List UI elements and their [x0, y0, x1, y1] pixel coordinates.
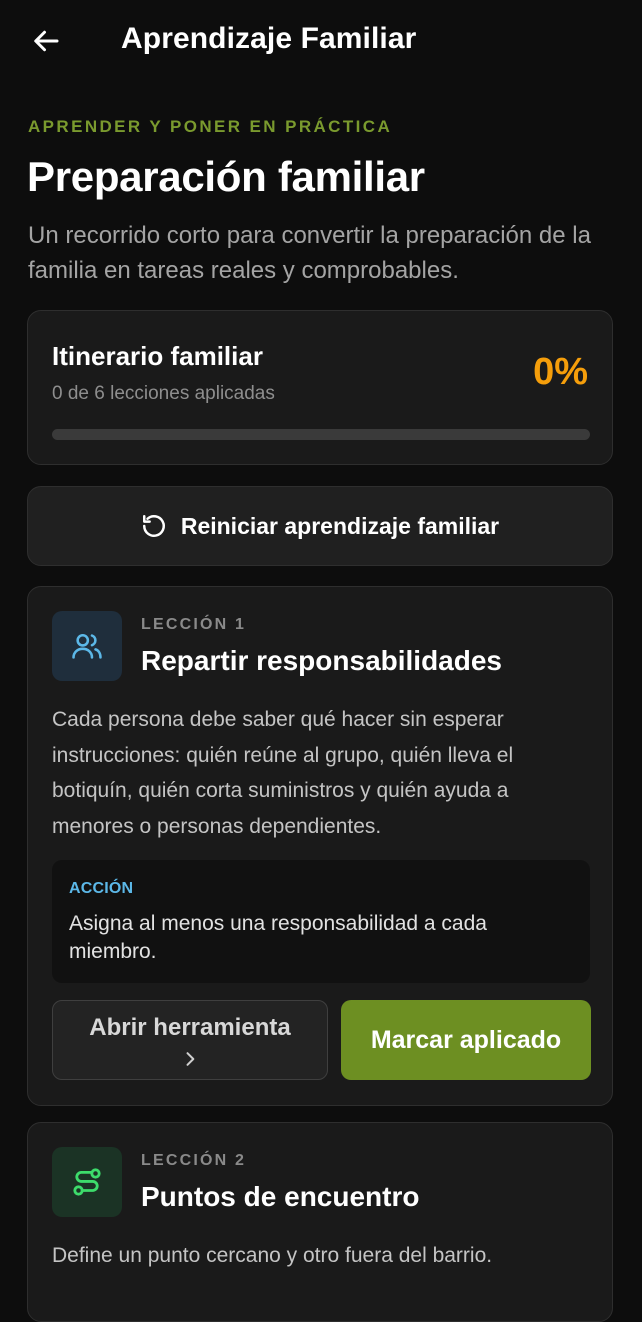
progress-percent: 0%	[533, 351, 588, 393]
app-title: Aprendizaje Familiar	[121, 22, 417, 55]
lesson-number: LECCIÓN 2	[141, 1152, 247, 1169]
page-description: Un recorrido corto para convertir la pre…	[28, 222, 591, 284]
app-header: Aprendizaje Familiar	[0, 0, 642, 82]
action-box: ACCIÓN Asigna al menos una responsabilid…	[52, 860, 590, 983]
lesson-card: LECCIÓN 2 Puntos de encuentro Define un …	[27, 1122, 613, 1322]
open-tool-label: Abrir herramienta	[89, 1014, 291, 1041]
reset-learning-button[interactable]: Reiniciar aprendizaje familiar	[27, 486, 613, 566]
action-text: Asigna al menos una responsabilidad a ca…	[69, 912, 487, 963]
section-eyebrow: APRENDER Y PONER EN PRÁCTICA	[28, 117, 393, 136]
progress-title: Itinerario familiar	[52, 341, 263, 371]
lesson-number: LECCIÓN 1	[141, 616, 247, 633]
lesson-description: Cada persona debe saber qué hacer sin es…	[52, 708, 514, 838]
rotate-ccw-icon	[142, 515, 165, 537]
lesson-card: LECCIÓN 1 Repartir responsabilidades Cad…	[27, 586, 613, 1106]
back-button[interactable]	[26, 20, 68, 62]
progress-card: Itinerario familiar 0 de 6 lecciones apl…	[27, 310, 613, 465]
lesson-icon-box	[52, 611, 122, 681]
arrow-left-icon	[34, 30, 59, 52]
lesson-title: Repartir responsabilidades	[141, 645, 503, 676]
progress-bar	[52, 429, 590, 440]
mark-applied-button[interactable]: Marcar aplicado	[341, 1000, 591, 1080]
users-icon	[72, 633, 102, 659]
lesson-icon-box	[52, 1147, 122, 1217]
action-label: ACCIÓN	[69, 880, 134, 897]
progress-subtitle: 0 de 6 lecciones aplicadas	[52, 383, 275, 404]
page-title: Preparación familiar	[27, 153, 425, 200]
lesson-description: Define un punto cercano y otro fuera del…	[52, 1244, 493, 1267]
reset-label: Reiniciar aprendizaje familiar	[180, 512, 500, 539]
route-icon	[73, 1168, 101, 1196]
lesson-title: Puntos de encuentro	[141, 1181, 420, 1212]
chevron-right-icon	[186, 1052, 195, 1066]
open-tool-button[interactable]: Abrir herramienta	[52, 1000, 328, 1080]
